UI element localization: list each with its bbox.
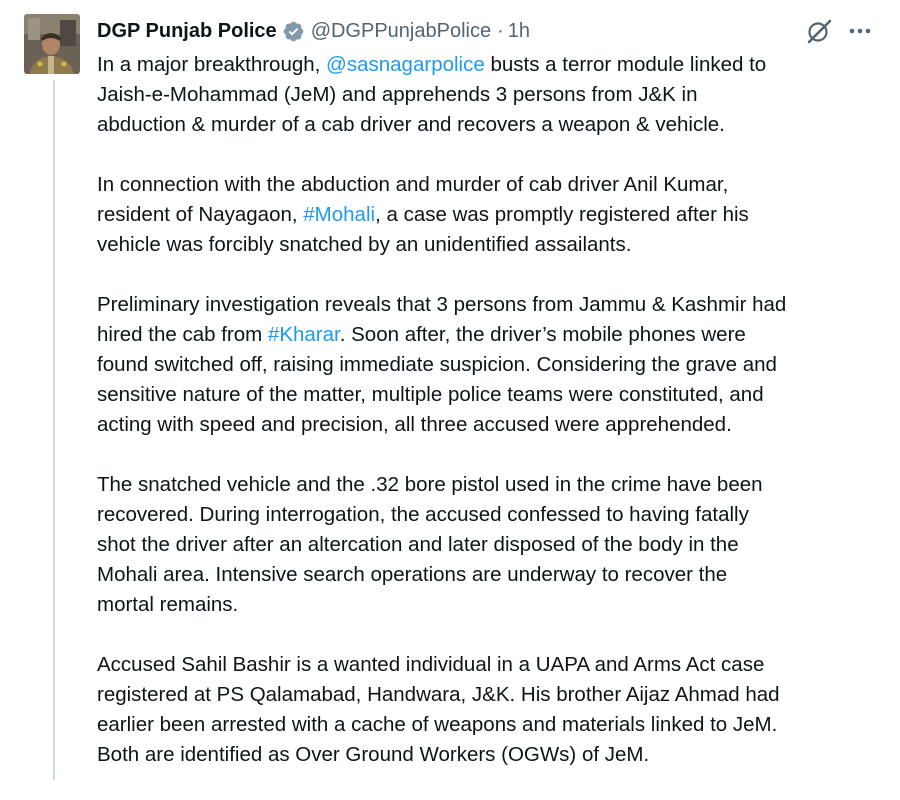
post-text-line: Preliminary investigation reveals that 3… xyxy=(97,293,787,316)
post-text-segment: , a case was promptly registered after h… xyxy=(375,203,749,226)
post-text-line: Jaish-e-Mohammad (JeM) and apprehends 3 … xyxy=(97,83,698,106)
post-text-line: sensitive nature of the matter, multiple… xyxy=(97,383,764,406)
post-text-line: In connection with the abduction and mur… xyxy=(97,173,729,196)
post-text-segment: . Soon after, the driver’s mobile phones… xyxy=(339,323,746,346)
post-text-segment: In a major breakthrough, xyxy=(97,53,327,76)
author-display-name[interactable]: DGP Punjab Police xyxy=(97,20,277,43)
post-text-segment: resident of Nayagaon, xyxy=(97,203,304,226)
mention-link[interactable]: @sasnagarpolice xyxy=(326,53,485,76)
post-text-line: acting with speed and precision, all thr… xyxy=(97,413,732,436)
author-handle[interactable]: @DGPPunjabPolice xyxy=(311,20,491,43)
post-text-line: mortal remains. xyxy=(97,593,239,616)
avatar-image xyxy=(24,14,80,74)
post-text-line: vehicle was forcibly snatched by an unid… xyxy=(97,233,632,256)
post-text-segment: busts a terror module linked to xyxy=(484,53,767,76)
post-text: In a major breakthrough, @sasnagarpolice… xyxy=(97,50,887,800)
post-text-line: registered at PS Qalamabad, Handwara, J&… xyxy=(97,683,780,706)
post-paragraph: In a major breakthrough, @sasnagarpolice… xyxy=(97,50,887,140)
post-text-line: shot the driver after an altercation and… xyxy=(97,533,739,556)
more-icon[interactable] xyxy=(846,18,874,44)
separator-dot: · xyxy=(497,19,504,42)
post-paragraph: Preliminary investigation reveals that 3… xyxy=(97,290,887,440)
post-text-line: The snatched vehicle and the .32 bore pi… xyxy=(97,473,763,496)
hashtag-link[interactable]: #Kharar xyxy=(268,323,340,346)
post-text-line: Mohali area. Intensive search operations… xyxy=(97,563,728,586)
hashtag-link[interactable]: #Mohali xyxy=(303,203,375,226)
post-text-line: found switched off, raising immediate su… xyxy=(97,353,777,376)
post-text-line: Both are identified as Over Ground Worke… xyxy=(97,743,650,766)
post-text-line: earlier been arrested with a cache of we… xyxy=(97,713,778,736)
thread-line xyxy=(53,80,55,780)
post-timestamp[interactable]: 1h xyxy=(508,20,530,43)
post-text-line: Accused Sahil Bashir is a wanted individ… xyxy=(97,653,765,676)
post-paragraph: Accused Sahil Bashir is a wanted individ… xyxy=(97,650,887,770)
post-text-segment: hired the cab from xyxy=(97,323,268,346)
post-header: DGP Punjab Police @DGPPunjabPolice · 1h xyxy=(97,16,530,46)
post-paragraph: The snatched vehicle and the .32 bore pi… xyxy=(97,470,887,620)
avatar[interactable] xyxy=(24,14,80,74)
post-text-line: abduction & murder of a cab driver and r… xyxy=(97,113,725,136)
verified-badge-icon[interactable] xyxy=(282,20,305,43)
post-paragraph: In connection with the abduction and mur… xyxy=(97,170,887,260)
post-text-line: recovered. During interrogation, the acc… xyxy=(97,503,749,526)
grok-icon[interactable] xyxy=(805,17,833,45)
